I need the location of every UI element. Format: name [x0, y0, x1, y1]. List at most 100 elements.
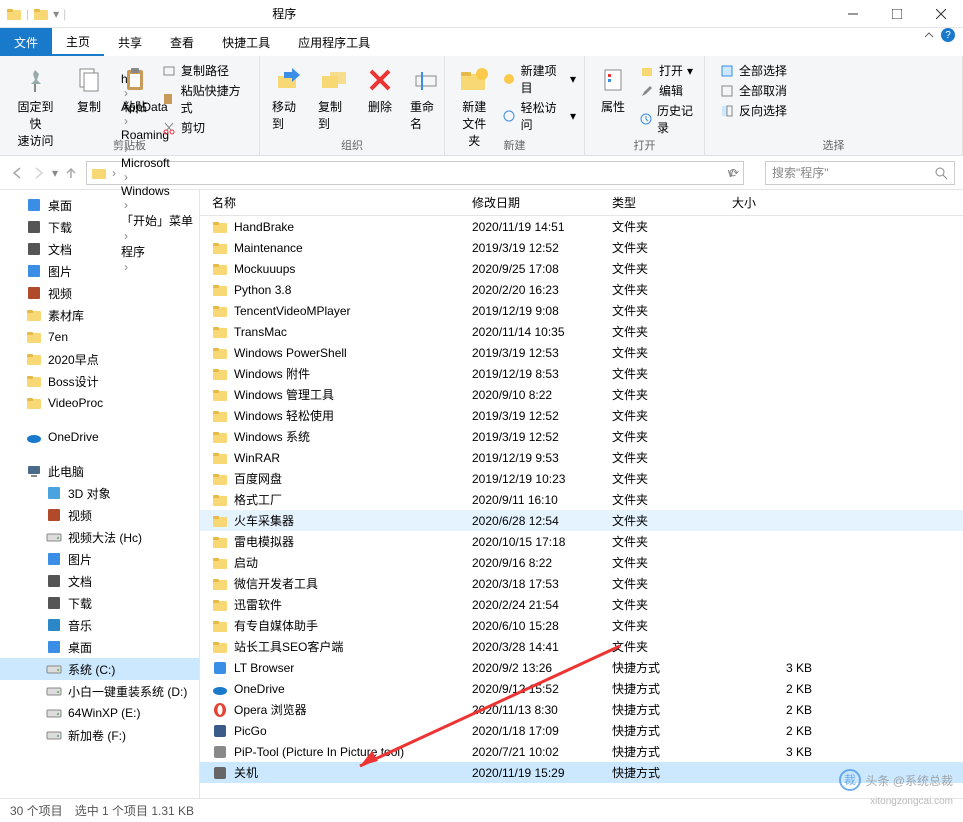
file-type: 文件夹 [612, 302, 732, 319]
file-row[interactable]: PicGo2020/1/18 17:09快捷方式2 KB [200, 720, 963, 741]
nav-OneDrive[interactable]: OneDrive [0, 426, 199, 448]
col-modified[interactable]: 修改日期 [472, 194, 612, 211]
easy-access-button[interactable]: 轻松访问 ▾ [501, 99, 576, 133]
nav-此电脑[interactable]: 此电脑 [0, 460, 199, 482]
nav-视频大法 (Hc)[interactable]: 视频大法 (Hc) [0, 526, 199, 548]
nav-图片[interactable]: 图片 [0, 260, 199, 282]
file-row[interactable]: 迅雷软件2020/2/24 21:54文件夹 [200, 594, 963, 615]
nav-VideoProc[interactable]: VideoProc [0, 392, 199, 414]
new-item-button[interactable]: 新建项目 ▾ [501, 62, 576, 96]
file-row[interactable]: Windows 系统2019/3/19 12:52文件夹 [200, 426, 963, 447]
file-date: 2019/3/19 12:52 [472, 241, 612, 255]
file-row[interactable]: Mockuuups2020/9/25 17:08文件夹 [200, 258, 963, 279]
tab-home[interactable]: 主页 [52, 28, 104, 56]
tab-share[interactable]: 共享 [104, 28, 156, 56]
breadcrumb[interactable]: › heh›AppData›Roaming›Microsoft›Windows›… [86, 161, 744, 185]
select-none-button[interactable]: 全部取消 [719, 82, 787, 99]
close-button[interactable] [919, 0, 963, 28]
file-row[interactable]: OneDrive2020/9/12 15:52快捷方式2 KB [200, 678, 963, 699]
nav-下载[interactable]: 下载 [0, 592, 199, 614]
nav-桌面[interactable]: 桌面 [0, 194, 199, 216]
invert-button[interactable]: 反向选择 [719, 102, 787, 119]
nav-新加卷 (F:)[interactable]: 新加卷 (F:) [0, 724, 199, 746]
col-type[interactable]: 类型 [612, 194, 732, 211]
nav-素材库[interactable]: 素材库 [0, 304, 199, 326]
help-icon[interactable]: ? [941, 28, 955, 42]
edit-button[interactable]: 编辑 [639, 82, 696, 99]
collapse-ribbon-icon[interactable] [923, 29, 935, 41]
file-type: 文件夹 [612, 470, 732, 487]
file-row[interactable]: 格式工厂2020/9/11 16:10文件夹 [200, 489, 963, 510]
file-size: 2 KB [732, 682, 812, 696]
file-type: 文件夹 [612, 449, 732, 466]
file-icon [212, 597, 228, 613]
col-size[interactable]: 大小 [732, 194, 812, 211]
file-row[interactable]: Windows 管理工具2020/9/10 8:22文件夹 [200, 384, 963, 405]
file-type: 文件夹 [612, 638, 732, 655]
forward-button[interactable] [30, 164, 48, 182]
nav-3D 对象[interactable]: 3D 对象 [0, 482, 199, 504]
copy-path-button[interactable]: 复制路径 [161, 62, 251, 79]
nav-音乐[interactable]: 音乐 [0, 614, 199, 636]
nav-下载[interactable]: 下载 [0, 216, 199, 238]
tab-app-tools[interactable]: 应用程序工具 [284, 28, 384, 56]
open-button[interactable]: 打开 ▾ [639, 62, 696, 79]
file-row[interactable]: Windows 轻松使用2019/3/19 12:52文件夹 [200, 405, 963, 426]
nav-2020早点[interactable]: 2020早点 [0, 348, 199, 370]
file-row[interactable]: 站长工具SEO客户端2020/3/28 14:41文件夹 [200, 636, 963, 657]
crumb-Microsoft[interactable]: Microsoft [121, 156, 193, 170]
tab-file[interactable]: 文件 [0, 28, 52, 56]
file-date: 2020/9/12 15:52 [472, 682, 612, 696]
nav-视频[interactable]: 视频 [0, 282, 199, 304]
file-name: 百度网盘 [234, 470, 282, 487]
file-row[interactable]: LT Browser2020/9/2 13:26快捷方式3 KB [200, 657, 963, 678]
file-date: 2020/9/16 8:22 [472, 556, 612, 570]
file-row[interactable]: WinRAR2019/12/19 9:53文件夹 [200, 447, 963, 468]
file-row[interactable]: Opera 浏览器2020/11/13 8:30快捷方式2 KB [200, 699, 963, 720]
file-row[interactable]: Python 3.82020/2/20 16:23文件夹 [200, 279, 963, 300]
maximize-button[interactable] [875, 0, 919, 28]
back-button[interactable] [8, 164, 26, 182]
nav-视频[interactable]: 视频 [0, 504, 199, 526]
file-row[interactable]: Windows 附件2019/12/19 8:53文件夹 [200, 363, 963, 384]
file-row[interactable]: 有专自媒体助手2020/6/10 15:28文件夹 [200, 615, 963, 636]
nav-图片[interactable]: 图片 [0, 548, 199, 570]
paste-shortcut-button[interactable]: 粘贴快捷方式 [161, 82, 251, 116]
nav-文档[interactable]: 文档 [0, 570, 199, 592]
file-row[interactable]: HandBrake2020/11/19 14:51文件夹 [200, 216, 963, 237]
file-icon [212, 744, 228, 760]
file-date: 2020/11/19 14:51 [472, 220, 612, 234]
select-all-button[interactable]: 全部选择 [719, 62, 787, 79]
minimize-button[interactable] [831, 0, 875, 28]
file-row[interactable]: 微信开发者工具2020/3/18 17:53文件夹 [200, 573, 963, 594]
nav-7en[interactable]: 7en [0, 326, 199, 348]
file-row[interactable]: 百度网盘2019/12/19 10:23文件夹 [200, 468, 963, 489]
file-type: 文件夹 [612, 281, 732, 298]
nav-桌面[interactable]: 桌面 [0, 636, 199, 658]
up-button[interactable] [62, 164, 80, 182]
nav-文档[interactable]: 文档 [0, 238, 199, 260]
file-date: 2020/3/18 17:53 [472, 577, 612, 591]
tab-paste-tools[interactable]: 快捷工具 [208, 28, 284, 56]
file-row[interactable]: 雷电模拟器2020/10/15 17:18文件夹 [200, 531, 963, 552]
nav-小白一键重装系统 (D:)[interactable]: 小白一键重装系统 (D:) [0, 680, 199, 702]
file-row[interactable]: PiP-Tool (Picture In Picture tool)2020/7… [200, 741, 963, 762]
history-button[interactable]: 历史记录 [639, 102, 696, 136]
nav-Boss设计[interactable]: Boss设计 [0, 370, 199, 392]
file-row[interactable]: TencentVideoMPlayer2019/12/19 9:08文件夹 [200, 300, 963, 321]
file-row[interactable]: TransMac2020/11/14 10:35文件夹 [200, 321, 963, 342]
search-input[interactable]: 搜索"程序" [765, 161, 955, 185]
nav-系统 (C:)[interactable]: 系统 (C:) [0, 658, 199, 680]
file-row[interactable]: 启动2020/9/16 8:22文件夹 [200, 552, 963, 573]
file-row[interactable]: Maintenance2019/3/19 12:52文件夹 [200, 237, 963, 258]
file-name: 微信开发者工具 [234, 575, 318, 592]
file-row[interactable]: 火车采集器2020/6/28 12:54文件夹 [200, 510, 963, 531]
file-date: 2019/12/19 8:53 [472, 367, 612, 381]
file-row[interactable]: Windows PowerShell2019/3/19 12:53文件夹 [200, 342, 963, 363]
tab-view[interactable]: 查看 [156, 28, 208, 56]
folder-icon [6, 6, 22, 22]
cut-button[interactable]: 剪切 [161, 119, 251, 136]
file-size: 2 KB [732, 703, 812, 717]
nav-64WinXP (E:)[interactable]: 64WinXP (E:) [0, 702, 199, 724]
col-name[interactable]: 名称 [212, 194, 472, 211]
